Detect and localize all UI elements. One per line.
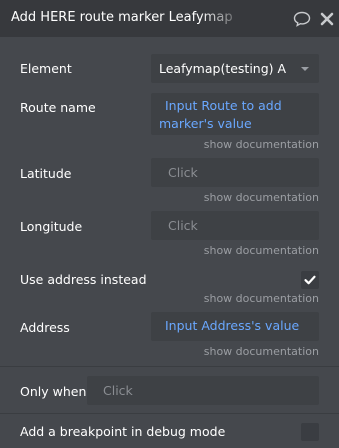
address-label: Address <box>20 320 70 335</box>
use-address-label: Use address instead <box>20 272 147 287</box>
latitude-field[interactable]: Click <box>151 158 319 187</box>
use-address-show-documentation-link[interactable]: show documentation <box>204 292 319 305</box>
latitude-label: Latitude <box>20 166 72 181</box>
checkmark-icon <box>304 275 316 285</box>
address-expression[interactable]: Input Address's value <box>165 317 299 335</box>
breakpoint-label: Add a breakpoint in debug mode <box>20 424 226 439</box>
section-divider-2 <box>0 413 339 414</box>
section-divider <box>0 366 339 367</box>
longitude-show-documentation-link[interactable]: show documentation <box>204 244 319 257</box>
longitude-field[interactable]: Click <box>151 211 319 240</box>
route-name-label: Route name <box>20 100 96 115</box>
route-name-expression-line1[interactable]: Input Route to add <box>165 97 282 115</box>
latitude-show-documentation-link[interactable]: show documentation <box>204 191 319 204</box>
close-icon[interactable] <box>318 10 336 28</box>
address-show-documentation-link[interactable]: show documentation <box>204 345 319 358</box>
element-label: Element <box>20 61 72 76</box>
longitude-placeholder: Click <box>168 218 198 233</box>
title-fade <box>200 4 252 32</box>
route-name-expression-line2[interactable]: marker's value <box>159 115 252 133</box>
use-address-checkbox[interactable] <box>301 271 319 289</box>
element-dropdown-value: Leafymap(testing) A <box>159 61 287 76</box>
chevron-down-icon <box>301 67 309 71</box>
only-when-field[interactable]: Click <box>87 376 319 405</box>
element-dropdown[interactable]: Leafymap(testing) A <box>151 54 319 83</box>
comment-bubble-icon[interactable] <box>293 10 311 28</box>
route-name-field[interactable]: Input Route to add marker's value <box>151 93 319 135</box>
latitude-placeholder: Click <box>168 165 198 180</box>
route-name-show-documentation-link[interactable]: show documentation <box>204 138 319 151</box>
title-bar: Add HERE route marker Leafymap <box>0 0 339 37</box>
only-when-placeholder: Click <box>103 383 133 398</box>
address-field[interactable]: Input Address's value <box>151 312 319 341</box>
longitude-label: Longitude <box>20 219 83 234</box>
breakpoint-checkbox[interactable] <box>301 423 319 441</box>
only-when-label: Only when <box>20 384 87 399</box>
